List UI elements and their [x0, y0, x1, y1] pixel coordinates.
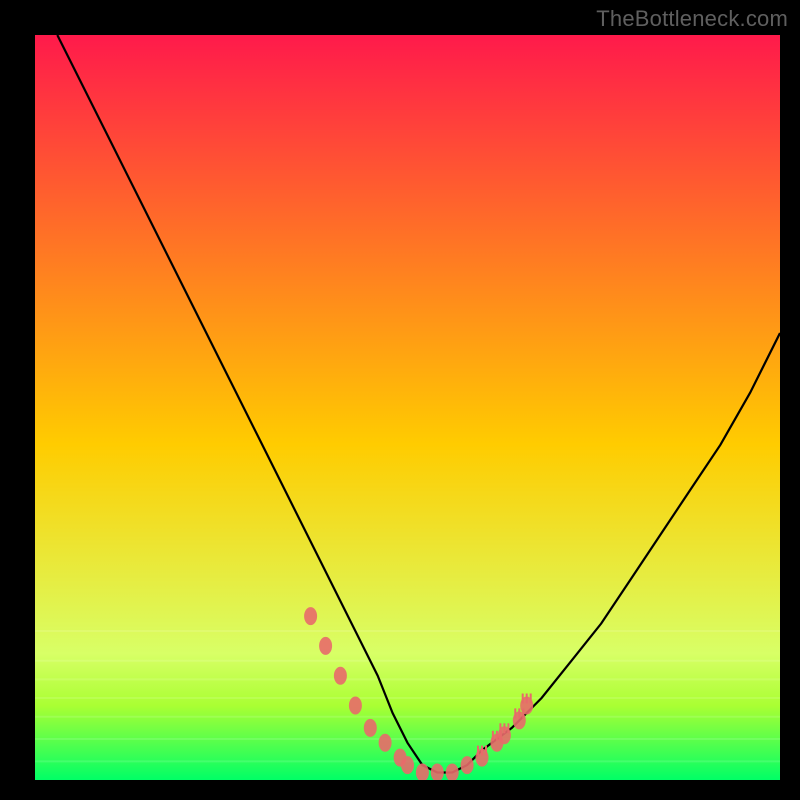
gradient-bg	[35, 35, 780, 780]
chart-svg	[35, 35, 780, 780]
marker-dot	[461, 756, 474, 774]
chart-frame: TheBottleneck.com	[0, 0, 800, 800]
plot-area	[35, 35, 780, 780]
marker-dot	[379, 734, 392, 752]
marker-dot	[334, 667, 347, 685]
marker-dot	[401, 756, 414, 774]
marker-dot	[304, 607, 317, 625]
marker-dot	[319, 637, 332, 655]
watermark-text: TheBottleneck.com	[596, 6, 788, 32]
marker-dot	[349, 697, 362, 715]
marker-dot	[364, 719, 377, 737]
